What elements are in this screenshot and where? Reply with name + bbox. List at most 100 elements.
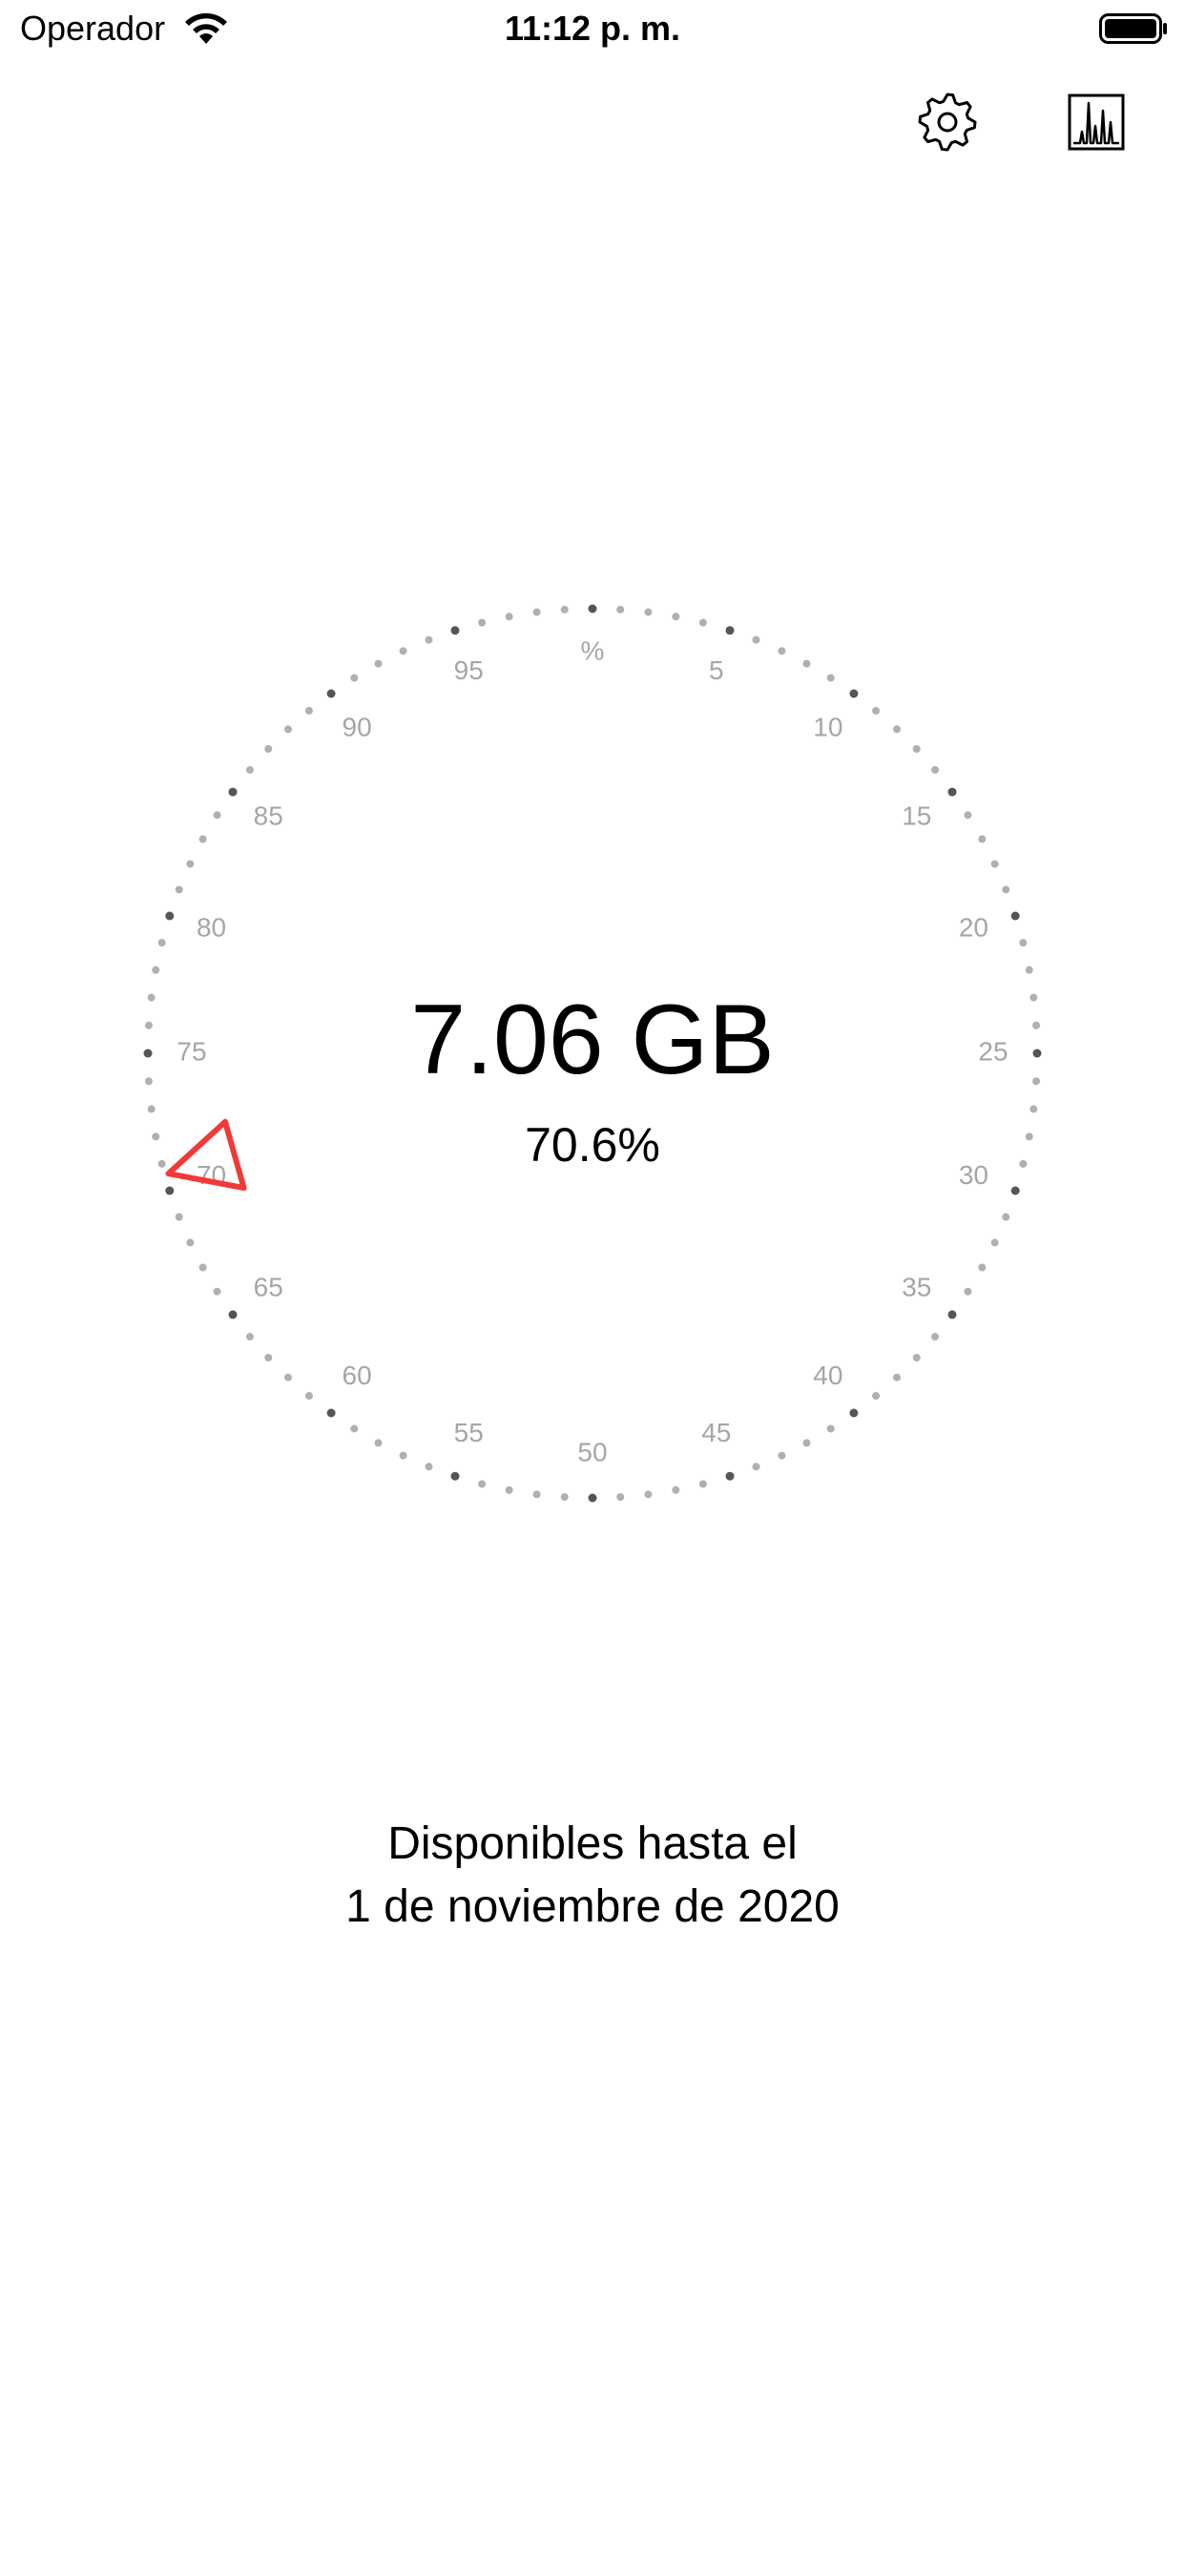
dial-minor-tick xyxy=(964,811,972,820)
dial-minor-tick xyxy=(186,1238,195,1247)
dial-minor-tick xyxy=(198,835,207,843)
dial-major-tick xyxy=(326,1408,336,1418)
data-percent: 70.6% xyxy=(525,1118,660,1172)
dial-minor-tick xyxy=(175,1213,183,1221)
dial-minor-tick xyxy=(399,1451,407,1460)
dial-minor-tick xyxy=(872,1392,881,1401)
dial-minor-tick xyxy=(931,1333,940,1341)
dial-minor-tick xyxy=(931,765,940,774)
status-time: 11:12 p. m. xyxy=(504,9,681,48)
dial-major-tick xyxy=(849,689,859,698)
dial-minor-tick xyxy=(157,939,166,947)
dial-tick-label: 90 xyxy=(343,713,372,742)
dial-tick-label: 35 xyxy=(902,1272,931,1301)
dial-major-tick xyxy=(588,1493,597,1503)
dial-minor-tick xyxy=(1019,939,1028,947)
dial-minor-tick xyxy=(213,1287,221,1296)
dial-minor-tick xyxy=(350,674,359,682)
dial-minor-tick xyxy=(698,618,707,627)
dial-graphic: 5101520253035404550556065707580859095 % xyxy=(143,604,1042,1503)
dial-major-tick xyxy=(165,911,175,921)
dial-minor-tick xyxy=(990,1238,999,1247)
dial-minor-tick xyxy=(616,605,625,613)
dial-major-tick xyxy=(588,604,597,613)
dial-minor-tick xyxy=(304,706,313,715)
dial-minor-tick xyxy=(478,1480,487,1488)
dial-major-tick xyxy=(1010,1186,1020,1195)
dial-major-tick xyxy=(725,626,735,635)
dial-tick-label: 85 xyxy=(254,801,283,831)
dial-tick-label: 45 xyxy=(701,1418,731,1447)
data-amount: 7.06 GB xyxy=(410,985,775,1095)
dial-minor-tick xyxy=(964,1287,972,1296)
dial-minor-tick xyxy=(912,1354,921,1361)
dial-major-tick xyxy=(725,1471,735,1481)
battery-icon xyxy=(1099,13,1168,44)
dial-minor-tick xyxy=(374,1439,383,1447)
gear-icon xyxy=(909,93,986,164)
dial-major-tick xyxy=(849,1408,859,1418)
dial-minor-tick xyxy=(893,1373,901,1381)
dial-major-tick xyxy=(1010,911,1020,921)
dial-minor-tick xyxy=(912,745,921,753)
dial-major-tick xyxy=(450,1471,460,1481)
availability-note: Disponibles hasta el 1 de noviembre de 2… xyxy=(0,1813,1185,1939)
dial-major-tick xyxy=(228,787,238,797)
dial-tick-label: 5 xyxy=(709,655,724,685)
dial-minor-tick xyxy=(698,1480,707,1488)
dial-major-tick xyxy=(228,1310,238,1319)
dial-minor-tick xyxy=(505,1485,513,1494)
dial-minor-tick xyxy=(826,1424,835,1433)
settings-button[interactable] xyxy=(909,84,986,160)
dial-minor-tick xyxy=(374,659,383,668)
dial-minor-tick xyxy=(264,745,273,753)
dial-minor-tick xyxy=(175,885,183,894)
dial-major-tick xyxy=(947,1310,957,1319)
dial-minor-tick xyxy=(532,608,541,616)
dial-minor-tick xyxy=(644,608,653,616)
dial-minor-tick xyxy=(826,674,835,682)
dial-minor-tick xyxy=(350,1424,359,1433)
dial-minor-tick xyxy=(752,1463,760,1471)
dial-minor-tick xyxy=(399,647,407,655)
dial-minor-tick xyxy=(425,635,433,644)
dial-minor-tick xyxy=(644,1490,653,1499)
dial-tick-label: 55 xyxy=(454,1418,484,1447)
dial-tick-label: 40 xyxy=(813,1361,842,1390)
dial-minor-tick xyxy=(284,1373,292,1381)
dial-minor-tick xyxy=(560,605,569,613)
dial-tick-label: 20 xyxy=(959,913,988,943)
dial-minor-tick xyxy=(1029,1105,1038,1113)
dial-minor-tick xyxy=(802,1439,811,1447)
dial-tick-label: 50 xyxy=(577,1437,607,1466)
dial-minor-tick xyxy=(893,725,901,734)
bar-chart-icon xyxy=(1057,93,1133,164)
dial-tick-label: 60 xyxy=(343,1361,372,1390)
dial-minor-tick xyxy=(478,618,487,627)
dial-minor-tick xyxy=(425,1463,433,1471)
dial-tick-label: 80 xyxy=(197,913,226,943)
dial-tick-label: 10 xyxy=(813,713,842,742)
statistics-button[interactable] xyxy=(1057,84,1133,160)
dial-minor-tick xyxy=(245,1333,254,1341)
dial-minor-tick xyxy=(672,1485,680,1494)
dial-tick-label: 95 xyxy=(454,655,484,685)
dial-minor-tick xyxy=(1025,966,1033,974)
availability-line-1: Disponibles hasta el xyxy=(387,1818,798,1869)
dial-minor-tick xyxy=(778,1451,786,1460)
dial-minor-tick xyxy=(152,966,160,974)
dial-minor-tick xyxy=(198,1263,207,1272)
dial-tick-label: 65 xyxy=(254,1272,283,1301)
dial-minor-tick xyxy=(560,1493,569,1502)
dial-minor-tick xyxy=(990,860,999,868)
dial-minor-tick xyxy=(1002,885,1010,894)
usage-dial: 5 10 15 20 25 30 35 40 45 50 55 60 65 70 75 80 85 90 95 % xyxy=(0,0,1185,2576)
dial-major-tick xyxy=(165,1186,175,1195)
dial-minor-tick xyxy=(778,647,786,655)
dial-tick-label: 15 xyxy=(902,801,931,831)
dial-minor-tick xyxy=(1002,1213,1010,1221)
dial-minor-tick xyxy=(978,835,987,843)
dial-unit-label: % xyxy=(581,635,605,665)
dial-minor-tick xyxy=(284,725,292,734)
availability-line-2: 1 de noviembre de 2020 xyxy=(345,1881,840,1932)
